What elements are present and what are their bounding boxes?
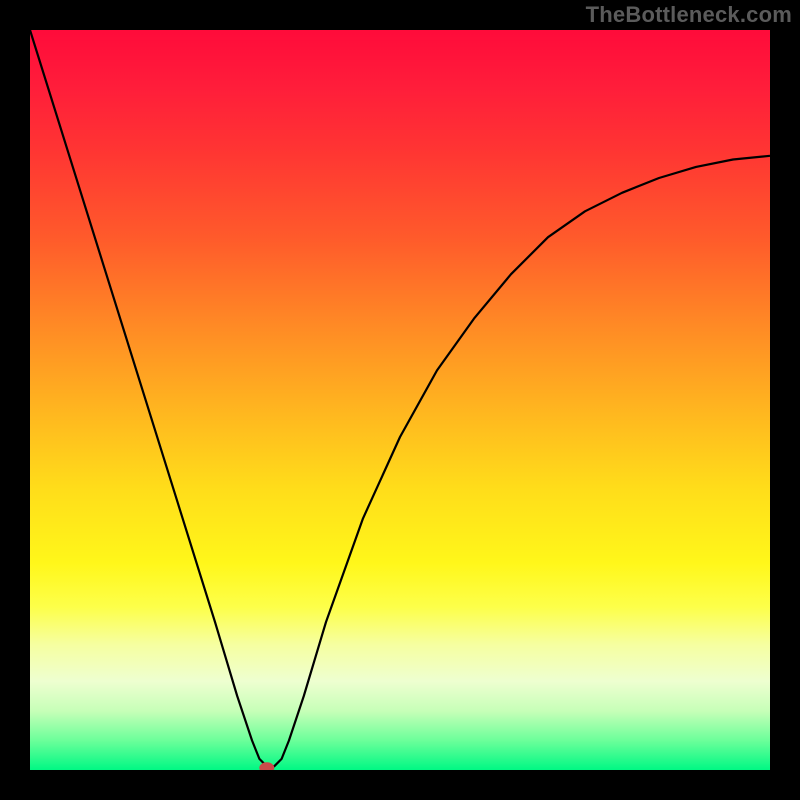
curve-svg xyxy=(30,30,770,770)
watermark-text: TheBottleneck.com xyxy=(586,2,792,28)
min-marker xyxy=(260,763,274,770)
bottleneck-curve xyxy=(30,30,770,766)
plot-area xyxy=(30,30,770,770)
chart-frame: TheBottleneck.com xyxy=(0,0,800,800)
